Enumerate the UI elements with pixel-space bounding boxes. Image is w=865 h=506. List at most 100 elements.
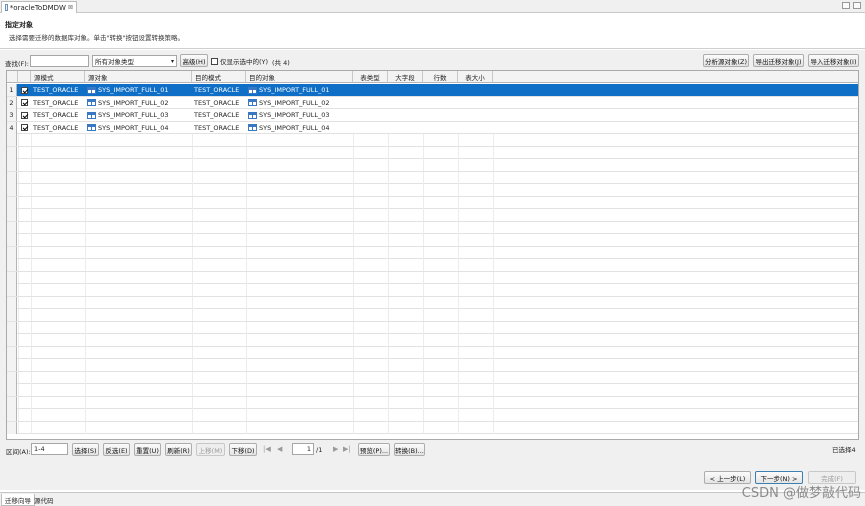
maximize-icon[interactable] xyxy=(853,2,861,9)
grid-line xyxy=(458,234,459,246)
convert-button[interactable]: 转换(B)... xyxy=(394,443,425,456)
row-checkbox[interactable] xyxy=(21,111,28,119)
reset-button[interactable]: 重置(U) xyxy=(134,443,161,456)
grid-line xyxy=(353,396,354,409)
row-number xyxy=(7,184,17,196)
move-up-button[interactable]: 上移(M) xyxy=(196,443,225,456)
grid-line xyxy=(353,196,354,209)
last-page-icon[interactable]: ▶| xyxy=(343,445,351,453)
refresh-button[interactable]: 刷新(R) xyxy=(165,443,192,456)
select-all-header[interactable] xyxy=(18,71,31,83)
table-row[interactable]: 4 TEST_ORACLE SYS_IMPORT_FULL_04 TEST_ORACL… xyxy=(7,121,858,134)
close-icon[interactable]: ⊠ xyxy=(68,4,73,11)
column-header[interactable]: 目的对象 xyxy=(246,71,353,83)
grid-line xyxy=(85,184,86,196)
grid-line xyxy=(18,159,19,171)
grid-line xyxy=(31,146,32,159)
grid-line xyxy=(423,371,424,384)
row-checkbox[interactable] xyxy=(21,86,28,94)
row-number xyxy=(7,409,17,421)
table-icon xyxy=(87,86,96,94)
grid-line xyxy=(423,321,424,334)
editor-tab-title: *oracleToDMDW xyxy=(9,3,66,12)
page-total: /1 xyxy=(316,446,323,454)
grid-line xyxy=(353,146,354,159)
tab-migration-wizard[interactable]: 迁移向导 xyxy=(1,494,35,506)
grid-line xyxy=(246,146,247,159)
find-input[interactable] xyxy=(30,55,89,67)
grid-line xyxy=(458,271,459,284)
grid-line xyxy=(353,334,354,346)
grid-line xyxy=(18,246,19,259)
column-header[interactable]: 行数 xyxy=(423,71,458,83)
prev-page-icon[interactable]: ◀ xyxy=(277,445,282,453)
only-selected-checkbox[interactable]: 仅显示选中的(Y) xyxy=(211,56,268,66)
row-number xyxy=(7,309,17,321)
grid-line xyxy=(246,321,247,334)
range-input[interactable]: 1-4 xyxy=(31,443,68,455)
grid-line xyxy=(493,334,494,346)
column-header[interactable]: 表大小 xyxy=(458,71,493,83)
grid-line xyxy=(192,209,193,221)
grid-line xyxy=(458,134,459,146)
grid-line xyxy=(18,396,19,409)
editor-tab[interactable]: *oracleToDMDW ⊠ xyxy=(1,1,77,13)
select-button[interactable]: 选择(S) xyxy=(72,443,99,456)
column-header[interactable]: 源对象 xyxy=(85,71,192,83)
advanced-button[interactable]: 高级(H) xyxy=(180,54,208,67)
grid-line xyxy=(85,309,86,321)
row-checkbox[interactable] xyxy=(21,124,28,131)
page-description: 选择需要迁移的数据库对象。单击"转换"按钮设置转换策略。 xyxy=(9,34,184,42)
object-type-select[interactable]: 所有对象类型 ▾ xyxy=(92,55,177,67)
row-number xyxy=(7,296,17,309)
grid-line xyxy=(18,209,19,221)
empty-row xyxy=(7,221,858,234)
page-input[interactable]: 1 xyxy=(292,443,314,455)
grid-line xyxy=(31,321,32,334)
row-number xyxy=(7,396,17,409)
grid-line xyxy=(192,234,193,246)
grid-line xyxy=(31,309,32,321)
export-objects-button[interactable]: 导出迁移对象(J) xyxy=(753,54,804,67)
table-row[interactable]: 1 TEST_ORACLE SYS_IMPORT_FULL_01 TEST_ORACL… xyxy=(7,84,858,97)
cell-text: TEST_ORACLE xyxy=(33,123,79,132)
tab-source-code[interactable]: 源代码 xyxy=(31,494,57,506)
grid-line xyxy=(31,346,32,359)
grid-line xyxy=(18,321,19,334)
grid-line xyxy=(18,421,19,434)
import-objects-button[interactable]: 导入迁移对象(I) xyxy=(808,54,859,67)
grid-line xyxy=(85,146,86,159)
move-down-button[interactable]: 下移(D) xyxy=(229,443,257,456)
grid-line xyxy=(458,196,459,209)
table-row[interactable]: 2 TEST_ORACLE SYS_IMPORT_FULL_02 TEST_ORACL… xyxy=(7,96,858,109)
row-checkbox[interactable] xyxy=(21,99,28,106)
cell-text: TEST_ORACLE xyxy=(194,98,240,107)
chevron-down-icon: ▾ xyxy=(170,57,174,65)
grid-line xyxy=(493,196,494,209)
column-header[interactable]: 目的模式 xyxy=(192,71,246,83)
find-label: 查找(F): xyxy=(5,60,30,68)
table-icon xyxy=(248,86,257,94)
next-page-icon[interactable]: ▶ xyxy=(333,445,338,453)
grid-line xyxy=(192,259,193,271)
grid-line xyxy=(353,234,354,246)
analyze-source-button[interactable]: 分析源对象(Z) xyxy=(703,54,749,67)
preview-button[interactable]: 预览(P)... xyxy=(358,443,390,456)
cell-text: TEST_ORACLE xyxy=(194,111,240,119)
grid-line xyxy=(493,384,494,396)
page-title: 指定对象 xyxy=(5,21,33,29)
empty-row xyxy=(7,284,858,297)
column-header[interactable]: 大字段 xyxy=(388,71,423,83)
grid-line xyxy=(493,309,494,321)
first-page-icon[interactable]: |◀ xyxy=(263,445,271,453)
column-header[interactable]: 源模式 xyxy=(31,71,85,83)
minimize-icon[interactable] xyxy=(842,2,850,9)
grid-line xyxy=(388,184,389,196)
table-row[interactable]: 3 TEST_ORACLE SYS_IMPORT_FULL_03 TEST_ORACL… xyxy=(7,109,858,122)
grid-line xyxy=(388,384,389,396)
grid-line xyxy=(246,359,247,371)
column-header[interactable]: 表类型 xyxy=(353,71,388,83)
invert-button[interactable]: 反选(E) xyxy=(103,443,130,456)
grid-line xyxy=(85,209,86,221)
grid-line xyxy=(458,171,459,184)
